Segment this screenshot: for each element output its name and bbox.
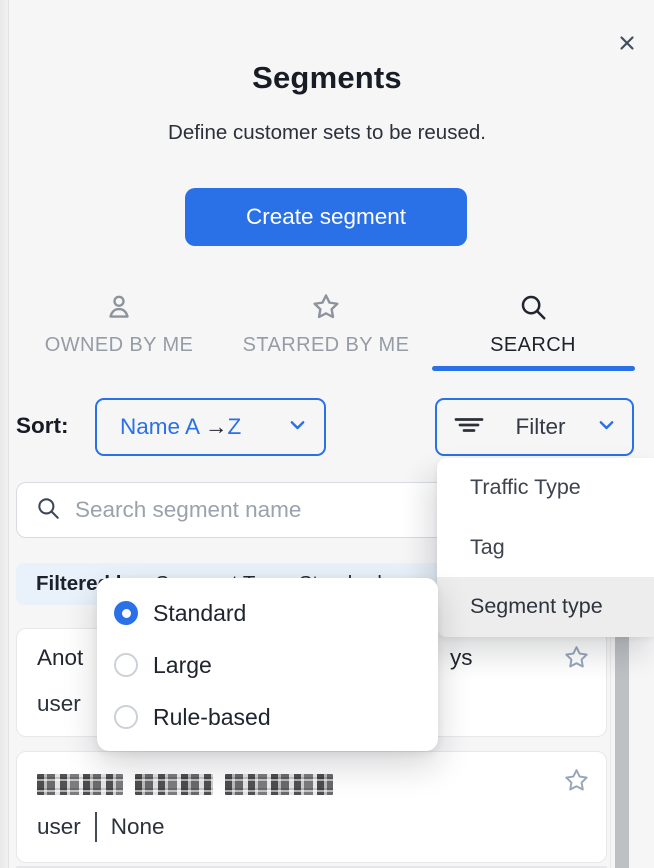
- sort-label: Sort:: [16, 413, 69, 439]
- sort-arrow-glyph: →: [205, 414, 228, 439]
- option-large[interactable]: Large: [97, 639, 438, 691]
- create-segment-button[interactable]: Create segment: [185, 188, 467, 246]
- radio-unselected-icon[interactable]: [114, 653, 138, 677]
- sort-value: Name A →Z: [120, 414, 241, 440]
- segment-meta-user: user: [37, 814, 81, 840]
- person-icon: [104, 290, 134, 322]
- meta-divider: [95, 812, 97, 842]
- star-icon: [311, 290, 341, 322]
- scrollbar-thumb[interactable]: [615, 631, 629, 868]
- tab-label: STARRED BY ME: [243, 334, 410, 357]
- tab-search[interactable]: SEARCH: [430, 290, 636, 372]
- filter-menu: Traffic Type Tag Segment type: [437, 458, 654, 637]
- page-title: Segments: [0, 60, 654, 96]
- sort-select[interactable]: Name A →Z: [95, 398, 326, 456]
- search-icon: [518, 290, 548, 322]
- drawer-edge: [0, 0, 9, 868]
- filter-icon: [453, 409, 485, 446]
- tab-owned-by-me[interactable]: OWNED BY ME: [16, 290, 222, 372]
- close-button[interactable]: [608, 26, 646, 64]
- filter-menu-item-tag[interactable]: Tag: [437, 518, 654, 578]
- option-rule-based[interactable]: Rule-based: [97, 691, 438, 743]
- segment-meta-user: user: [37, 691, 81, 717]
- chevron-down-icon: [596, 414, 617, 440]
- tab-label: OWNED BY ME: [45, 334, 194, 357]
- filter-select[interactable]: Filter: [435, 398, 634, 456]
- segment-meta: user None: [37, 812, 165, 842]
- segment-card[interactable]: user None: [16, 751, 607, 863]
- tab-label: SEARCH: [490, 334, 576, 357]
- segment-title-end: ys: [450, 645, 473, 671]
- search-icon: [35, 495, 61, 526]
- star-icon[interactable]: [563, 644, 590, 676]
- option-label: Rule-based: [153, 704, 271, 731]
- radio-unselected-icon[interactable]: [114, 705, 138, 729]
- close-icon: [616, 32, 638, 59]
- segment-meta-tag: None: [111, 814, 165, 840]
- chevron-down-icon: [287, 414, 308, 440]
- radio-selected-icon[interactable]: [114, 601, 138, 625]
- filter-label: Filter: [516, 414, 566, 440]
- filter-menu-item-traffic-type[interactable]: Traffic Type: [437, 458, 654, 518]
- star-icon[interactable]: [563, 767, 590, 799]
- segment-title-redacted: [37, 774, 333, 795]
- option-label: Standard: [153, 600, 246, 627]
- segment-type-popup: Standard Large Rule-based: [97, 578, 438, 751]
- active-tab-underline: [432, 366, 635, 371]
- tab-starred-by-me[interactable]: STARRED BY ME: [222, 290, 430, 372]
- segment-meta: user: [37, 691, 81, 717]
- page-subtitle: Define customer sets to be reused.: [0, 121, 654, 145]
- option-standard[interactable]: Standard: [97, 587, 438, 639]
- option-label: Large: [153, 652, 212, 679]
- scrollbar-track: [610, 631, 611, 868]
- filter-menu-item-segment-type[interactable]: Segment type: [437, 577, 654, 637]
- segment-title-start: Anot: [37, 645, 83, 671]
